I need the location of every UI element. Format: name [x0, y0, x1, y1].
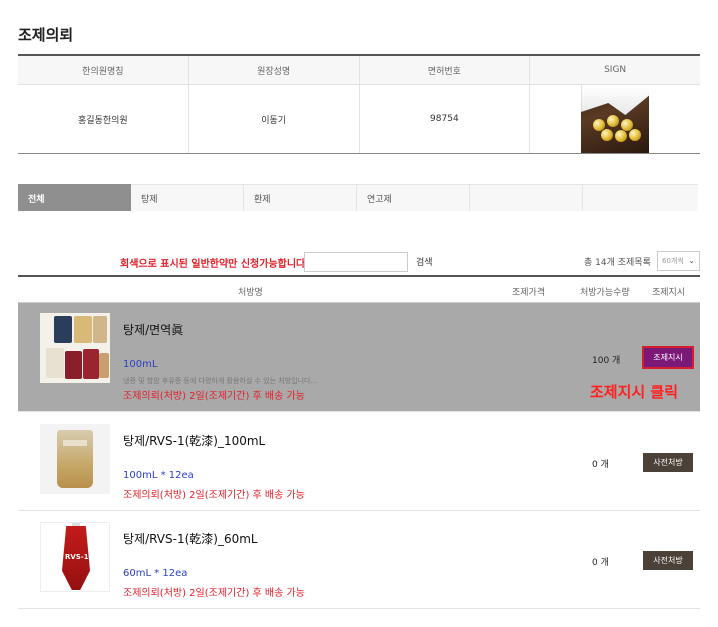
tab-decoction[interactable]: 탕제	[131, 184, 244, 211]
delivery-note: 조제의뢰(처방) 2일(조제기간) 후 배송 가능	[123, 391, 305, 402]
search-input[interactable]	[304, 252, 408, 272]
sign-cell	[530, 85, 700, 153]
product-description: 냉증 및 항암 후유증 등에 다양하게 활용하실 수 있는 처방입니다...	[123, 377, 318, 385]
available-qty: 0 개	[592, 558, 609, 568]
clinic-info-header: 한의원명칭 원장성명 면허번호 SIGN	[18, 56, 700, 85]
product-row: RVS-1 탕제/RVS-1(乾漆)_60mL 60mL * 12ea 조제의뢰…	[18, 511, 700, 609]
list-header: 처방명 조제가격 처방가능수량 조제지시	[18, 275, 700, 303]
click-callout: 조제지시 클릭	[590, 383, 679, 401]
product-volume: 100mL	[123, 359, 158, 370]
header-sign: SIGN	[604, 65, 627, 75]
product-thumbnail	[40, 424, 110, 494]
tab-ointment[interactable]: 연고제	[357, 184, 470, 211]
sign-image	[581, 85, 650, 153]
category-tabs: 전체 탕제 환제 연고제	[18, 184, 698, 211]
product-volume: 100mL * 12ea	[123, 470, 194, 481]
delivery-note: 조제의뢰(처방) 2일(조제기간) 후 배송 가능	[123, 490, 305, 501]
header-director-name: 원장성명	[189, 56, 360, 84]
header-license-no: 면허번호	[360, 56, 531, 84]
col-name: 처방명	[238, 288, 263, 298]
order-button[interactable]: 조제지시	[642, 346, 694, 369]
availability-notice: 회색으로 표시된 일반한약만 신청가능합니다.	[120, 259, 310, 270]
director-name: 이동기	[189, 85, 360, 153]
col-qty: 처방가능수량	[580, 288, 630, 298]
page-title: 조제의뢰	[18, 26, 74, 44]
search-button[interactable]: 검색	[416, 255, 433, 268]
chevron-down-icon: ⌄	[688, 256, 695, 265]
product-volume: 60mL * 12ea	[123, 568, 188, 579]
col-price: 조제가격	[512, 288, 546, 298]
product-name[interactable]: 탕제/RVS-1(乾漆)_60mL	[123, 530, 258, 547]
pre-prescription-button[interactable]: 사전처방	[643, 551, 693, 570]
tab-empty-2	[583, 184, 698, 211]
product-row: 탕제/면역眞 100mL 냉증 및 항암 후유증 등에 다양하게 활용하실 수 …	[18, 303, 700, 412]
available-qty: 100 개	[592, 356, 621, 366]
product-name[interactable]: 탕제/RVS-1(乾漆)_100mL	[123, 432, 265, 449]
clinic-info-table: 한의원명칭 원장성명 면허번호 SIGN 홍길동한의원 이동기 98754	[18, 54, 700, 154]
available-qty: 0 개	[592, 460, 609, 470]
tab-pill[interactable]: 환제	[244, 184, 357, 211]
tab-empty-1	[470, 184, 583, 211]
col-action: 조제지시	[652, 288, 686, 298]
product-row: 탕제/RVS-1(乾漆)_100mL 100mL * 12ea 조제의뢰(처방)…	[18, 412, 700, 511]
per-page-select[interactable]: 60개씩 ⌄	[657, 251, 700, 271]
license-no: 98754	[360, 85, 531, 153]
clinic-name: 홍길동한의원	[18, 85, 189, 153]
delivery-note: 조제의뢰(처방) 2일(조제기간) 후 배송 가능	[123, 588, 305, 599]
product-thumbnail: RVS-1	[40, 522, 110, 592]
clinic-info-row: 홍길동한의원 이동기 98754	[18, 85, 700, 153]
per-page-value: 60개씩	[662, 257, 684, 265]
tab-all[interactable]: 전체	[18, 184, 131, 211]
thumbnail-label: RVS-1	[65, 553, 89, 561]
header-clinic-name: 한의원명칭	[18, 56, 189, 84]
product-thumbnail	[40, 313, 110, 383]
total-count: 총 14개 조제목록	[584, 258, 651, 268]
pre-prescription-button[interactable]: 사전처방	[643, 453, 693, 472]
product-name[interactable]: 탕제/면역眞	[123, 321, 183, 338]
